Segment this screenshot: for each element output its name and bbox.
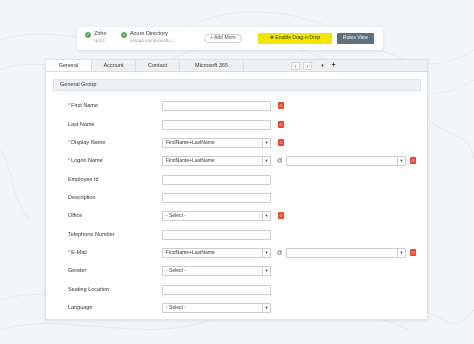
select-value: FirstName+LastName	[166, 140, 215, 146]
tab-account[interactable]: Account	[92, 60, 136, 71]
source-zoho[interactable]: ✓ Zoho Hozo	[85, 31, 107, 44]
chevron-down-icon: ▾	[397, 249, 405, 257]
at-symbol: @	[277, 250, 283, 256]
label-text: Seating Location	[68, 287, 109, 293]
label-text: E-Mail	[71, 250, 87, 256]
gender-select[interactable]: - Select - ▾	[162, 266, 271, 276]
label-text: Office	[68, 213, 83, 219]
required-marker: *	[68, 103, 71, 109]
required-marker: *	[68, 250, 71, 256]
label-text: Gender	[68, 268, 87, 274]
first-name-input[interactable]	[162, 101, 271, 111]
display-name-label: *Display Name	[68, 139, 105, 147]
language-select[interactable]: - Select - ▾	[162, 303, 271, 313]
chevron-down-icon: ▾	[262, 139, 270, 147]
office-365-icon: O	[278, 121, 284, 128]
chevron-down-icon: ▾	[262, 267, 270, 275]
telephone-number-input[interactable]	[162, 230, 271, 240]
required-marker: *	[68, 140, 71, 146]
source-name: Azure Directory	[130, 31, 168, 37]
select-value: FirstName+LastName	[166, 158, 215, 164]
enable-drag-drop-button[interactable]: ✥ Enable Drag-n-Drop	[258, 33, 332, 44]
office-365-icon: O	[278, 212, 284, 219]
add-tab-icon[interactable]: +	[329, 62, 338, 70]
select-value: - Select -	[166, 305, 187, 311]
required-marker: *	[68, 158, 71, 164]
logon-name-select[interactable]: FirstName+LastName ▾	[162, 156, 271, 166]
label-text: Telephone Number	[68, 232, 115, 238]
email-label: *E-Mail	[68, 249, 87, 257]
chevron-down-icon: ▾	[262, 157, 270, 165]
employee-id-label: Employee Id	[68, 176, 99, 184]
description-label: Description	[68, 194, 96, 202]
office-select[interactable]: - Select - ▾	[162, 211, 271, 221]
office-365-icon: O	[410, 249, 416, 256]
tab-prev-icon[interactable]: ‹	[291, 62, 300, 70]
office-label: Office	[68, 212, 82, 220]
source-name: Zoho	[94, 31, 107, 37]
office-365-icon: O	[278, 139, 284, 146]
telephone-number-label: Telephone Number	[68, 231, 114, 239]
enable-drag-drop-label: Enable Drag-n-Drop	[275, 35, 321, 41]
gender-label: Gender	[68, 267, 86, 275]
tab-microsoft-365[interactable]: Microsoft 365	[180, 60, 244, 71]
logon-domain-select[interactable]: ▾	[286, 156, 406, 166]
general-group-header: General Group	[53, 79, 421, 91]
chevron-down-icon: ▾	[262, 212, 270, 220]
seating-location-label: Seating Location	[68, 286, 109, 294]
tab-contact[interactable]: Contact	[136, 60, 180, 71]
label-text: Display Name	[71, 140, 106, 146]
chevron-down-icon: ▾	[262, 249, 270, 257]
first-name-label: *First Name	[68, 102, 98, 110]
check-icon: ✓	[121, 31, 127, 38]
source-sub: empqa.onmicrosoft.c...	[130, 38, 176, 43]
add-more-button[interactable]: + Add More	[204, 34, 242, 43]
select-value: - Select -	[166, 268, 187, 274]
tab-menu-icon[interactable]: ▾	[318, 62, 327, 70]
seating-location-input[interactable]	[162, 285, 271, 295]
chevron-down-icon: ▾	[397, 157, 405, 165]
last-name-input[interactable]	[162, 120, 271, 130]
tab-bar: General Account Contact Microsoft 365	[46, 60, 427, 72]
rules-view-button[interactable]: Rules View	[337, 33, 374, 44]
label-text: Logon Name	[71, 158, 103, 164]
label-text: Description	[68, 195, 96, 201]
employee-id-input[interactable]	[162, 175, 271, 185]
office-365-icon: O	[410, 157, 416, 164]
select-value: - Select -	[166, 213, 187, 219]
user-form-panel: General Account Contact Microsoft 365 ‹ …	[45, 59, 428, 320]
label-text: Last Name	[68, 122, 95, 128]
label-text: First Name	[71, 103, 99, 109]
at-symbol: @	[277, 158, 283, 164]
chevron-down-icon: ▾	[262, 304, 270, 312]
language-label: Language	[68, 304, 92, 312]
source-toolbar: ✓ Zoho Hozo ✓ Azure Directory empqa.onmi…	[77, 27, 383, 50]
display-name-select[interactable]: FirstName+LastName ▾	[162, 138, 271, 148]
email-select[interactable]: FirstName+LastName ▾	[162, 248, 271, 258]
select-value: FirstName+LastName	[166, 250, 215, 256]
logon-name-label: *Logon Name	[68, 157, 103, 165]
label-text: Language	[68, 305, 93, 311]
tab-general[interactable]: General	[46, 60, 92, 71]
email-domain-select[interactable]: ▾	[286, 248, 406, 258]
office-365-icon: O	[278, 102, 284, 109]
label-text: Employee Id	[68, 177, 99, 183]
tab-next-icon[interactable]: ›	[303, 62, 312, 70]
description-input[interactable]	[162, 193, 271, 203]
source-azure-directory[interactable]: ✓ Azure Directory empqa.onmicrosoft.c...	[121, 31, 176, 44]
check-icon: ✓	[85, 31, 91, 38]
source-sub: Hozo	[94, 38, 105, 43]
last-name-label: Last Name	[68, 121, 95, 129]
